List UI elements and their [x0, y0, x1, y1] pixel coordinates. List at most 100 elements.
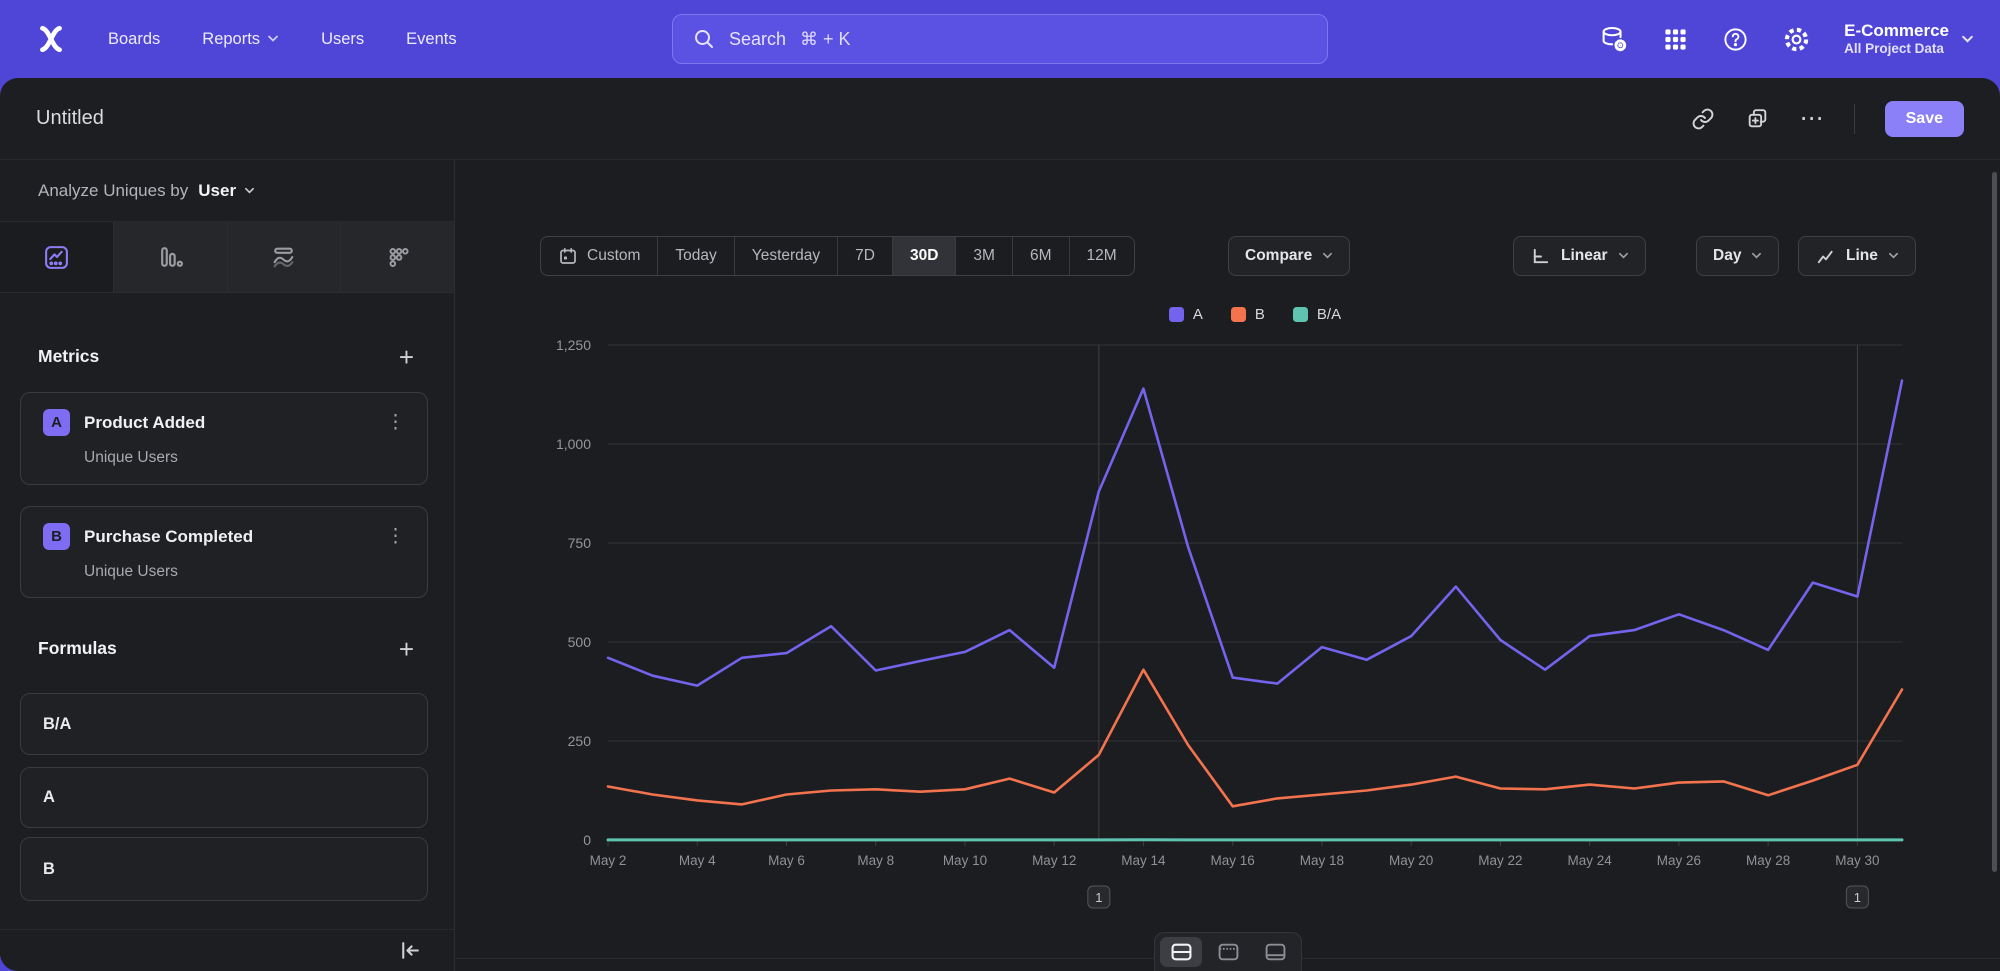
x-axis-label: May 18 — [1300, 853, 1344, 868]
y-axis-label: 250 — [568, 733, 592, 749]
x-axis-label: May 16 — [1211, 853, 1255, 868]
chevron-down-icon — [244, 187, 255, 195]
copy-link-button[interactable] — [1691, 107, 1715, 131]
nav-item-boards[interactable]: Boards — [108, 30, 160, 49]
y-axis-label: 500 — [568, 634, 592, 650]
report-type-tabs — [0, 222, 454, 293]
x-axis-label: May 4 — [679, 853, 716, 868]
bar-chart-icon — [157, 244, 184, 271]
collapse-panel-button[interactable] — [397, 938, 422, 968]
help-icon[interactable] — [1722, 26, 1749, 53]
report-header: Untitled ⋯ Save — [0, 78, 2000, 160]
project-scope: All Project Data — [1844, 41, 1949, 58]
series-badge-a: A — [43, 409, 70, 436]
page-scrollbar[interactable] — [1992, 172, 1997, 872]
metric-measure-dropdown[interactable]: Unique Users — [84, 563, 409, 581]
kebab-menu-icon[interactable]: ⋮ — [382, 411, 409, 434]
metrics-heading: Metrics — [38, 346, 99, 367]
more-actions-button[interactable]: ⋯ — [1800, 109, 1824, 129]
x-axis-label: May 20 — [1389, 853, 1433, 868]
formula-label: B/A — [43, 715, 71, 734]
x-axis-label: May 22 — [1478, 853, 1522, 868]
layout-toggle-group — [1154, 932, 1302, 971]
analyze-row: Analyze Uniques by User — [0, 160, 454, 222]
builder-footer — [0, 929, 454, 971]
y-axis-label: 1,000 — [556, 436, 591, 452]
project-text: E-Commerce All Project Data — [1844, 20, 1949, 58]
formula-card[interactable]: B — [20, 837, 428, 901]
data-management-icon[interactable] — [1600, 25, 1629, 54]
x-axis-label: May 14 — [1121, 853, 1166, 868]
metrics-section-head: Metrics + — [38, 346, 414, 367]
formula-label: B — [43, 860, 55, 879]
tab-retention[interactable] — [341, 222, 454, 292]
x-axis-label: May 30 — [1835, 853, 1879, 868]
report-title[interactable]: Untitled — [36, 107, 104, 130]
add-formula-button[interactable]: + — [399, 639, 414, 659]
svg-text:1: 1 — [1854, 890, 1861, 905]
search-shortcut: ⌘ + K — [800, 29, 851, 50]
search-input[interactable]: Search ⌘ + K — [672, 14, 1328, 64]
search-icon — [693, 28, 715, 50]
x-axis-label: May 24 — [1568, 853, 1613, 868]
x-axis-label: May 6 — [768, 853, 805, 868]
layout-top-toggle[interactable] — [1207, 937, 1249, 967]
flows-icon — [270, 244, 297, 271]
top-nav: Boards Reports Users Events Search ⌘ + K — [0, 0, 2000, 78]
nav-item-label: Reports — [202, 30, 260, 49]
add-metric-button[interactable]: + — [399, 347, 414, 367]
layout-split-toggle[interactable] — [1160, 937, 1202, 967]
link-icon — [1691, 107, 1715, 131]
layout-bottom-icon — [1265, 943, 1286, 961]
series-badge-b: B — [43, 523, 70, 550]
layout-split-icon — [1171, 943, 1192, 961]
metric-measure-dropdown[interactable]: Unique Users — [84, 449, 409, 467]
nav-left: Boards Reports Users Events — [0, 24, 457, 54]
tab-funnels[interactable] — [114, 222, 228, 292]
formulas-heading: Formulas — [38, 638, 117, 659]
formula-card[interactable]: A — [20, 767, 428, 828]
line-chart-plot: 02505007501,0001,25011May 2May 4May 6May… — [456, 160, 2000, 971]
project-name: E-Commerce — [1844, 20, 1949, 41]
chart-area: Custom Today Yesterday 7D 30D 3M 6M 12M … — [456, 160, 2000, 971]
x-axis-label: May 10 — [943, 853, 987, 868]
save-button[interactable]: Save — [1885, 101, 1964, 137]
metric-name: Purchase Completed — [84, 527, 368, 547]
mixpanel-logo[interactable] — [36, 24, 66, 54]
series-line-B — [608, 670, 1902, 807]
layout-bottom-toggle[interactable] — [1254, 937, 1296, 967]
collapse-left-icon — [397, 938, 422, 963]
tab-flows[interactable] — [228, 222, 342, 292]
app-surface: Untitled ⋯ Save — [0, 78, 2000, 971]
header-divider — [1854, 104, 1855, 134]
tab-insights[interactable] — [0, 222, 114, 292]
apps-grid-icon[interactable] — [1662, 26, 1689, 53]
metric-card[interactable]: B Purchase Completed ⋮ Unique Users — [20, 506, 428, 598]
analyze-by-value: User — [198, 181, 236, 201]
insights-chart-icon — [43, 244, 70, 271]
duplicate-button[interactable] — [1745, 106, 1770, 131]
y-axis-label: 1,250 — [556, 337, 591, 353]
analyze-by-dropdown[interactable]: User — [198, 181, 255, 201]
project-selector[interactable]: E-Commerce All Project Data — [1844, 20, 1974, 58]
x-axis-label: May 2 — [590, 853, 627, 868]
annotation-marker[interactable]: 1 — [1846, 886, 1868, 908]
nav-item-users[interactable]: Users — [321, 30, 364, 49]
retention-dots-icon — [384, 244, 411, 271]
settings-gear-icon[interactable] — [1782, 25, 1811, 54]
layout-top-icon — [1218, 943, 1239, 961]
formula-card[interactable]: B/A — [20, 693, 428, 755]
kebab-menu-icon[interactable]: ⋮ — [382, 525, 409, 548]
metric-card[interactable]: A Product Added ⋮ Unique Users — [20, 392, 428, 485]
nav-item-reports[interactable]: Reports — [202, 30, 279, 49]
chevron-down-icon — [1961, 35, 1974, 44]
metric-name: Product Added — [84, 413, 368, 433]
query-builder-panel: Analyze Uniques by User — [0, 160, 455, 971]
series-line-A — [608, 381, 1902, 686]
svg-text:1: 1 — [1095, 890, 1102, 905]
nav-item-events[interactable]: Events — [406, 30, 456, 49]
ellipsis-icon: ⋯ — [1800, 109, 1824, 129]
y-axis-label: 750 — [568, 535, 592, 551]
analyze-label: Analyze Uniques by — [38, 181, 188, 201]
annotation-marker[interactable]: 1 — [1088, 886, 1110, 908]
